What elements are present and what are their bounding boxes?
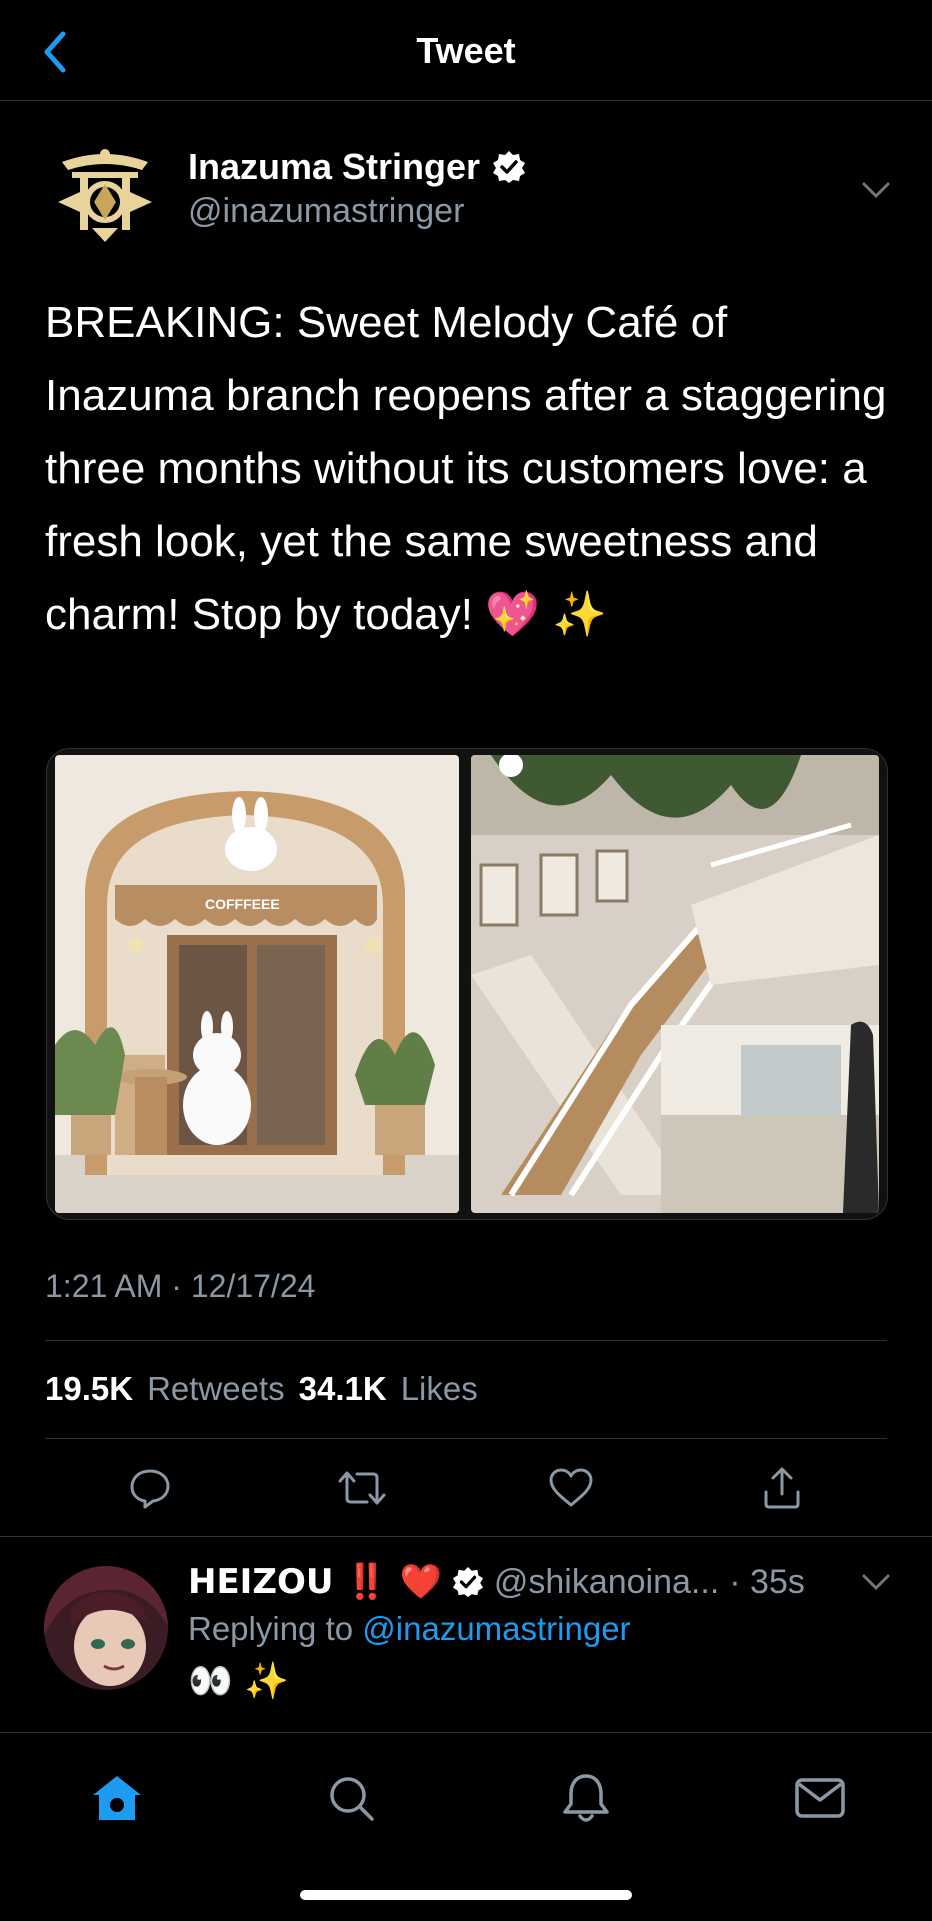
like-button[interactable] bbox=[543, 1456, 599, 1520]
retweet-icon bbox=[338, 1471, 386, 1505]
tweet-timestamp[interactable]: 1:21 AM · 12/17/24 bbox=[45, 1268, 315, 1305]
mail-icon bbox=[795, 1778, 845, 1818]
home-icon bbox=[93, 1776, 141, 1820]
tweet-options-button[interactable] bbox=[856, 170, 896, 210]
cafe-exterior-photo: COFFFEEE bbox=[55, 755, 459, 1213]
likes-label[interactable]: Likes bbox=[401, 1370, 478, 1408]
tweet-media[interactable]: COFFFEEE bbox=[46, 748, 888, 1220]
author-handle[interactable]: @inazumastringer bbox=[188, 192, 464, 231]
retweets-count[interactable]: 19.5K bbox=[45, 1370, 133, 1408]
reply-options-button[interactable] bbox=[856, 1562, 896, 1602]
tab-home[interactable] bbox=[82, 1763, 152, 1833]
chevron-down-icon bbox=[862, 182, 890, 199]
share-icon bbox=[764, 1467, 800, 1509]
heart-icon bbox=[549, 1468, 593, 1507]
reply-text: 👀 ✨ bbox=[188, 1661, 290, 1702]
home-indicator bbox=[300, 1890, 632, 1900]
author-name-row[interactable]: Inazuma Stringer bbox=[188, 146, 526, 188]
likes-count[interactable]: 34.1K bbox=[299, 1370, 387, 1408]
retweets-label[interactable]: Retweets bbox=[147, 1370, 285, 1408]
reply-author-name[interactable]: HEIZOU ‼️ ❤️ bbox=[188, 1562, 442, 1602]
tab-search[interactable] bbox=[316, 1763, 386, 1833]
author-name[interactable]: Inazuma Stringer bbox=[188, 146, 480, 188]
replying-to-line: Replying to @inazumastringer bbox=[188, 1610, 631, 1648]
divider bbox=[45, 1340, 887, 1341]
replying-to-prefix: Replying to bbox=[188, 1610, 354, 1647]
tab-messages[interactable] bbox=[785, 1763, 855, 1833]
verified-badge-icon bbox=[493, 151, 526, 183]
replying-to-link[interactable]: @inazumastringer bbox=[362, 1610, 630, 1647]
chevron-down-icon bbox=[862, 1574, 890, 1591]
search-icon bbox=[330, 1777, 374, 1821]
author-avatar[interactable] bbox=[50, 140, 160, 250]
tab-notifications[interactable] bbox=[551, 1763, 621, 1833]
divider bbox=[45, 1438, 887, 1439]
page-title: Tweet bbox=[416, 30, 516, 71]
reply-button[interactable] bbox=[122, 1456, 178, 1520]
reply-time: · 35s bbox=[729, 1562, 805, 1601]
media-image-cafe-interior[interactable] bbox=[471, 755, 879, 1213]
tweet-text: BREAKING: Sweet Melody Café of Inazuma b… bbox=[45, 298, 887, 639]
retweet-button[interactable] bbox=[334, 1456, 390, 1520]
share-button[interactable] bbox=[754, 1456, 810, 1520]
reply-avatar[interactable] bbox=[44, 1566, 168, 1690]
heizou-avatar-image bbox=[44, 1566, 168, 1690]
media-sign-text: COFFFEEE bbox=[205, 896, 280, 912]
comment-icon bbox=[130, 1469, 170, 1509]
verified-badge-icon bbox=[452, 1566, 483, 1598]
cafe-interior-photo bbox=[471, 755, 879, 1213]
bell-icon bbox=[563, 1774, 609, 1822]
media-image-cafe-exterior[interactable]: COFFFEEE bbox=[55, 755, 459, 1213]
inazuma-emblem-logo bbox=[50, 140, 160, 250]
tweet-actions-bar bbox=[0, 1456, 932, 1520]
tweet-stats: 19.5K Retweets 34.1K Likes bbox=[45, 1370, 478, 1408]
reply-header: HEIZOU ‼️ ❤️ @shikanoina... · 35s bbox=[188, 1562, 805, 1602]
divider bbox=[0, 1536, 932, 1537]
reply-author-handle[interactable]: @shikanoina... bbox=[494, 1563, 719, 1602]
